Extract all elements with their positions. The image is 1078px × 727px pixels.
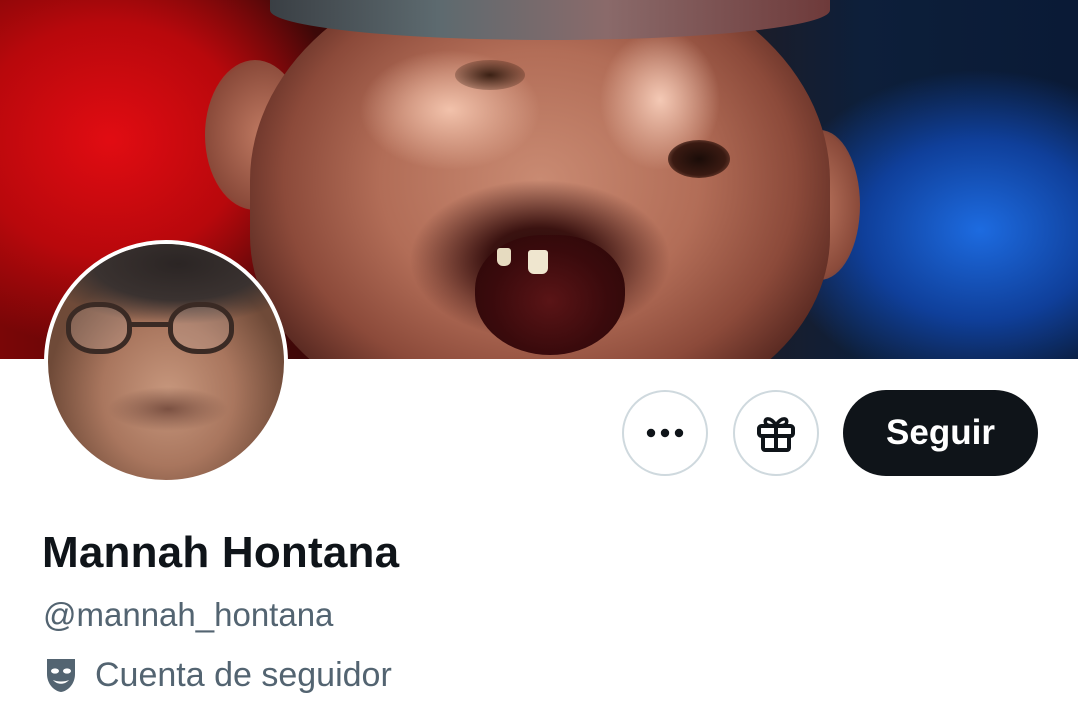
banner-tooth bbox=[528, 250, 548, 274]
avatar-glasses-bridge bbox=[130, 322, 170, 327]
follow-button[interactable]: Seguir bbox=[843, 390, 1038, 476]
account-label-row[interactable]: Cuenta de seguidor bbox=[43, 652, 392, 698]
avatar-glasses-right bbox=[168, 302, 234, 354]
display-name: Mannah Hontana bbox=[42, 528, 400, 577]
avatar[interactable] bbox=[44, 240, 288, 484]
banner-tooth bbox=[497, 248, 511, 266]
more-horizontal-icon bbox=[646, 428, 684, 438]
gift-button[interactable] bbox=[733, 390, 819, 476]
banner-eye-left bbox=[455, 60, 525, 90]
profile-header: Seguir Mannah Hontana @mannah_hontana Cu… bbox=[0, 0, 1078, 727]
avatar-glasses-left bbox=[66, 302, 132, 354]
account-label-text: Cuenta de seguidor bbox=[95, 655, 392, 694]
gift-icon bbox=[757, 417, 795, 452]
banner-eye-right bbox=[668, 140, 730, 178]
more-options-button[interactable] bbox=[622, 390, 708, 476]
theater-mask-icon bbox=[43, 655, 79, 695]
username-handle[interactable]: @mannah_hontana bbox=[43, 596, 333, 634]
